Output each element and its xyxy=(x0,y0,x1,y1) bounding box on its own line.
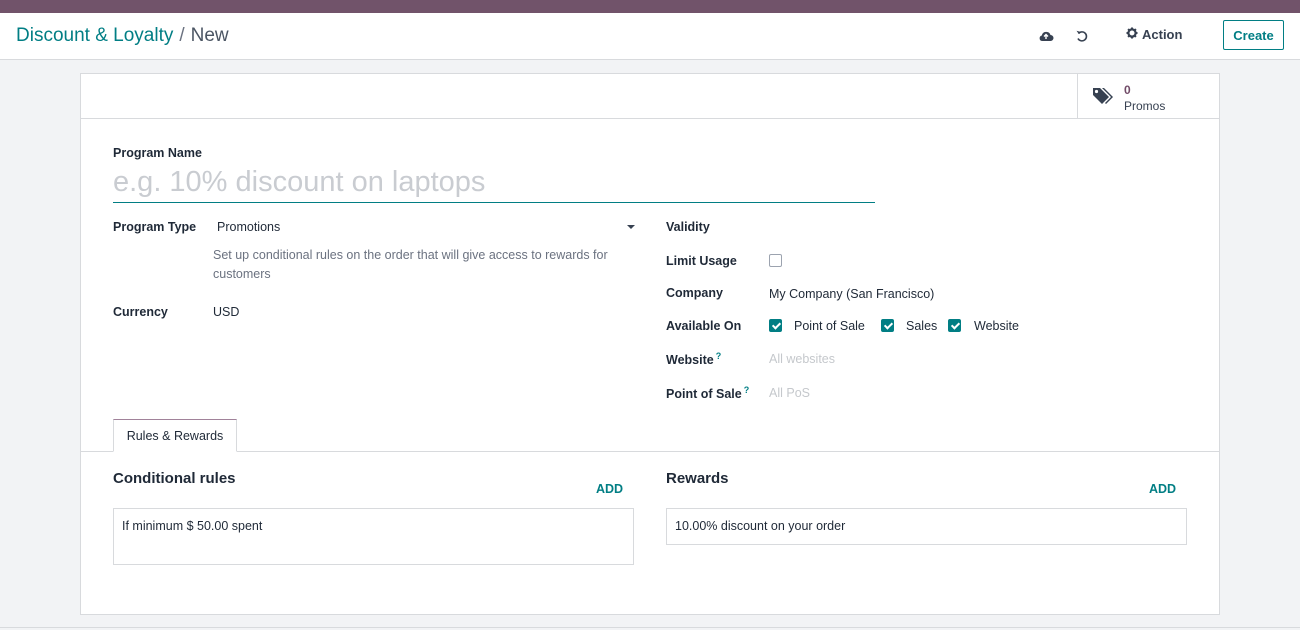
pos-input[interactable]: All PoS xyxy=(769,386,810,400)
reward-text: 10.00% discount on your order xyxy=(675,519,846,533)
tab-divider xyxy=(81,451,1219,452)
pos-help-icon[interactable]: ? xyxy=(744,385,750,395)
company-value[interactable]: My Company (San Francisco) xyxy=(769,287,934,301)
available-website-checkbox[interactable] xyxy=(948,319,961,332)
website-label: Website? xyxy=(666,351,721,367)
reward-card[interactable]: 10.00% discount on your order xyxy=(666,508,1187,545)
breadcrumb-parent-link[interactable]: Discount & Loyalty xyxy=(16,25,173,46)
action-label: Action xyxy=(1142,27,1183,42)
available-website-label: Website xyxy=(974,319,1019,333)
top-navbar xyxy=(0,0,1300,13)
add-rule-button[interactable]: ADD xyxy=(596,482,623,496)
program-name-input[interactable] xyxy=(113,162,875,203)
breadcrumb-current: New xyxy=(190,25,229,46)
save-cloud-icon[interactable] xyxy=(1036,27,1056,45)
program-type-label: Program Type xyxy=(113,220,197,234)
available-on-label: Available On xyxy=(666,319,742,333)
promos-label: Promos xyxy=(1124,99,1166,113)
website-label-text: Website xyxy=(666,353,714,368)
program-name-label: Program Name xyxy=(113,146,202,160)
available-pos-label: Point of Sale xyxy=(794,319,865,333)
action-menu-button[interactable]: Action xyxy=(1126,27,1182,42)
program-type-description: Set up conditional rules on the order th… xyxy=(213,248,608,281)
currency-value[interactable]: USD xyxy=(213,305,239,319)
program-type-select[interactable]: Promotions xyxy=(217,220,637,238)
add-reward-button[interactable]: ADD xyxy=(1149,482,1176,496)
button-box: 0 Promos xyxy=(81,74,1219,119)
tags-icon xyxy=(1092,86,1116,111)
form-sheet: 0 Promos Program Name Program Type Promo… xyxy=(80,73,1220,615)
control-panel: Discount & Loyalty / New Action Create xyxy=(0,13,1300,60)
pos-label-text: Point of Sale xyxy=(666,387,742,402)
rule-text: If minimum $ 50.00 spent xyxy=(122,519,263,533)
discard-undo-icon[interactable] xyxy=(1072,27,1092,45)
currency-label: Currency xyxy=(113,305,168,319)
limit-usage-label: Limit Usage xyxy=(666,254,737,268)
breadcrumb: Discount & Loyalty / New xyxy=(16,25,229,47)
gear-icon xyxy=(1126,27,1138,42)
create-button[interactable]: Create xyxy=(1223,20,1284,50)
available-sales-checkbox[interactable] xyxy=(881,319,894,332)
promos-count: 0 xyxy=(1124,83,1131,97)
limit-usage-checkbox[interactable] xyxy=(769,254,782,267)
breadcrumb-separator: / xyxy=(179,25,185,46)
rewards-title: Rewards xyxy=(666,470,729,487)
bottom-divider xyxy=(0,627,1300,628)
website-input[interactable]: All websites xyxy=(769,352,835,366)
promos-smart-button[interactable]: 0 Promos xyxy=(1077,74,1219,118)
available-sales-label: Sales xyxy=(906,319,938,333)
website-help-icon[interactable]: ? xyxy=(716,351,722,361)
program-type-value: Promotions xyxy=(217,220,281,234)
tab-rules-rewards[interactable]: Rules & Rewards xyxy=(113,419,237,452)
rule-card[interactable]: If minimum $ 50.00 spent xyxy=(113,508,634,565)
available-pos-checkbox[interactable] xyxy=(769,319,782,332)
company-label: Company xyxy=(666,286,723,300)
conditional-rules-title: Conditional rules xyxy=(113,470,236,487)
pos-label: Point of Sale? xyxy=(666,385,749,401)
validity-label: Validity xyxy=(666,220,710,234)
caret-down-icon xyxy=(627,225,635,229)
